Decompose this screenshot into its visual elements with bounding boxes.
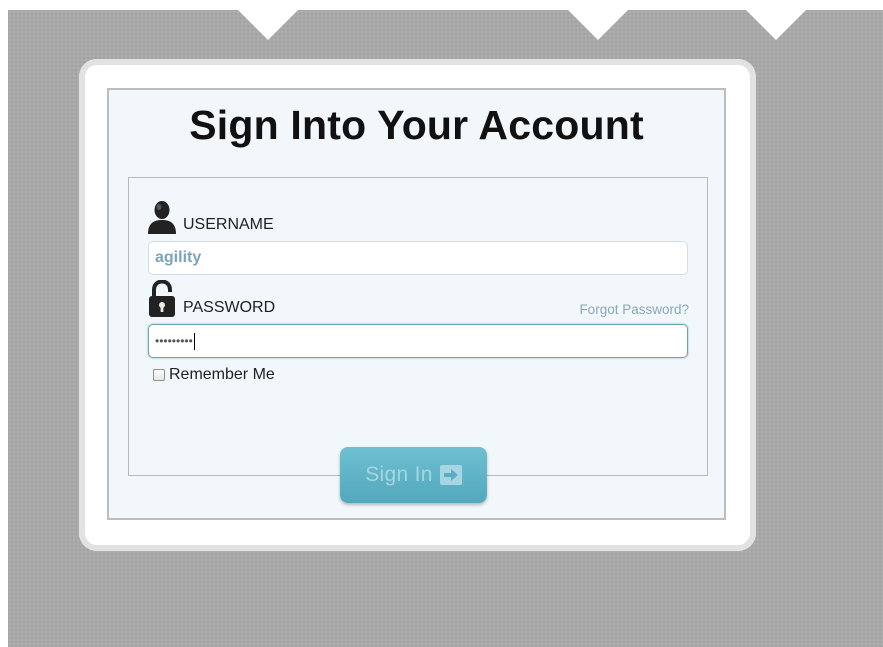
remember-me[interactable]: Remember Me xyxy=(153,366,275,384)
text-caret xyxy=(193,332,195,350)
login-card: Sign Into Your Account USERNAME agility … xyxy=(79,59,756,551)
login-panel: Sign Into Your Account USERNAME agility … xyxy=(107,88,726,520)
user-icon xyxy=(148,201,176,234)
page-title: Sign Into Your Account xyxy=(189,102,644,148)
decorative-shape xyxy=(746,10,806,40)
password-label: PASSWORD xyxy=(183,299,276,316)
sign-in-button[interactable]: Sign In xyxy=(340,447,487,503)
username-input[interactable] xyxy=(148,241,688,275)
decorative-shape xyxy=(238,10,298,40)
forgot-password-link[interactable]: Forgot Password? xyxy=(579,302,689,317)
arrow-right-icon xyxy=(439,465,462,485)
login-form: USERNAME PASSWORD Forgot Password? •••••… xyxy=(128,177,708,476)
remember-me-checkbox[interactable] xyxy=(153,369,165,381)
password-mask: ••••••••• xyxy=(155,334,193,348)
remember-me-label: Remember Me xyxy=(169,366,275,383)
username-label: USERNAME xyxy=(183,216,274,233)
password-label-row: PASSWORD Forgot Password? xyxy=(147,278,689,318)
page-background: Sign Into Your Account USERNAME agility … xyxy=(8,10,883,647)
lock-icon xyxy=(149,280,175,317)
sign-in-label: Sign In xyxy=(365,463,433,486)
username-label-row: USERNAME xyxy=(147,195,687,235)
password-input[interactable]: ••••••••• xyxy=(148,324,688,358)
decorative-shape xyxy=(568,10,628,40)
